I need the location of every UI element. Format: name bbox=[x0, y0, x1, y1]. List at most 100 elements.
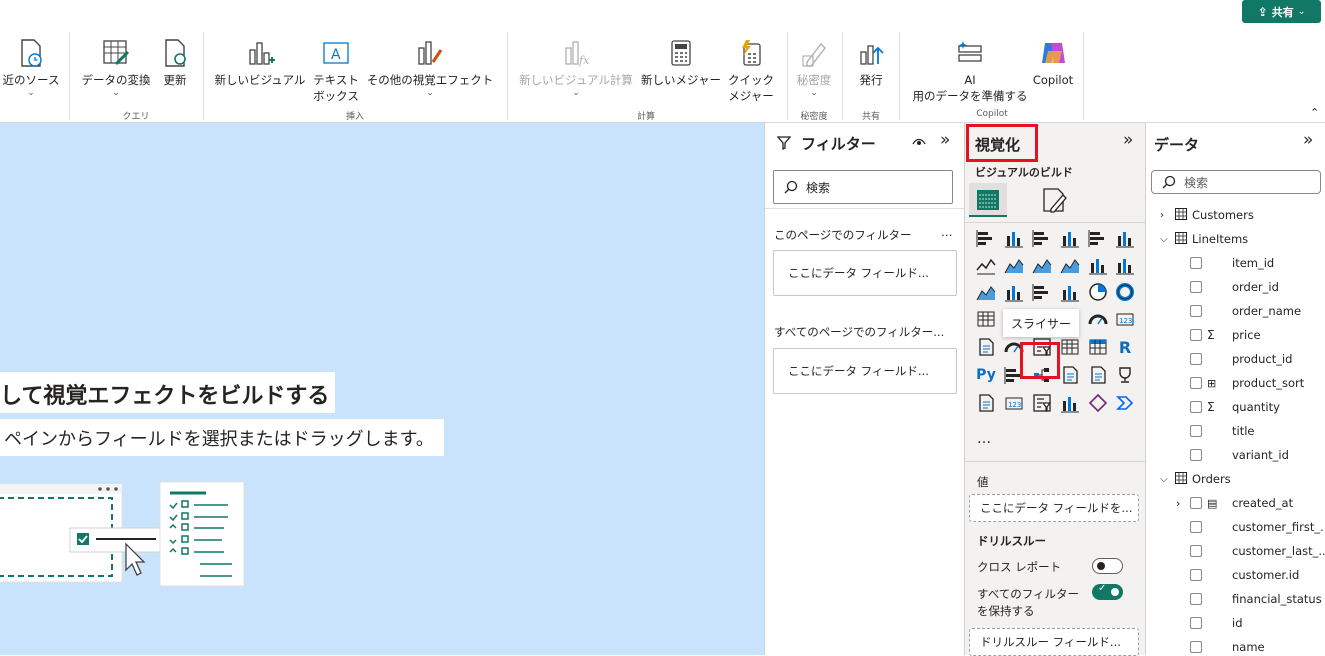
field-checkbox[interactable] bbox=[1190, 353, 1202, 365]
all-pages-drop-zone[interactable]: ここにデータ フィールド... bbox=[773, 348, 957, 394]
gauge-icon[interactable] bbox=[1087, 308, 1109, 330]
power-apps-icon[interactable] bbox=[1059, 392, 1081, 414]
line-and-column-chart-icon[interactable] bbox=[1087, 254, 1109, 276]
new-measure-button[interactable]: 新しいメジャー bbox=[638, 38, 724, 88]
area-chart-icon[interactable] bbox=[1003, 254, 1025, 276]
collapse-data-pane-icon[interactable]: » bbox=[1303, 130, 1313, 150]
field-checkbox[interactable] bbox=[1190, 401, 1202, 413]
field-checkbox[interactable] bbox=[1190, 497, 1202, 509]
field-checkbox[interactable] bbox=[1190, 545, 1202, 557]
data-search-input[interactable]: 検索 bbox=[1151, 170, 1321, 194]
field-product-id[interactable]: product_id bbox=[1190, 350, 1292, 368]
values-drop-zone[interactable]: ここにデータ フィールドを... bbox=[969, 494, 1139, 522]
line-chart-icon[interactable] bbox=[975, 254, 997, 276]
field-order-id[interactable]: order_id bbox=[1190, 278, 1279, 296]
python-visual-icon[interactable]: Py bbox=[975, 364, 997, 386]
format-visual-tab[interactable] bbox=[1039, 185, 1069, 219]
field-order-name[interactable]: order_name bbox=[1190, 302, 1301, 320]
field-checkbox[interactable] bbox=[1190, 521, 1202, 533]
report-canvas[interactable]: して視覚エフェクトをビルドする ペインからフィールドを選択またはドラッグします。 bbox=[0, 123, 764, 655]
prepare-data-for-ai-button[interactable]: AI 用のデータを準備する bbox=[906, 38, 1034, 104]
more-options-icon[interactable]: … bbox=[941, 225, 953, 239]
field-price[interactable]: Σprice bbox=[1190, 326, 1261, 344]
paginated-report-icon[interactable] bbox=[975, 392, 997, 414]
waterfall-chart-icon[interactable] bbox=[1003, 281, 1025, 303]
funnel-chart-icon[interactable] bbox=[1031, 281, 1053, 303]
field-customer-first-[interactable]: customer_first_... bbox=[1190, 518, 1325, 536]
quick-measure-button[interactable]: クイック メジャー bbox=[724, 38, 778, 104]
field-checkbox[interactable] bbox=[1190, 257, 1202, 269]
table-lineitems[interactable]: ⌵ LineItems bbox=[1160, 230, 1248, 248]
line-and-stacked-column-chart-icon[interactable] bbox=[1114, 254, 1136, 276]
button-slicer-icon[interactable] bbox=[1031, 392, 1053, 414]
publish-button[interactable]: 発行 bbox=[850, 38, 892, 88]
field-checkbox[interactable] bbox=[1190, 329, 1202, 341]
field-checkbox[interactable] bbox=[1190, 281, 1202, 293]
qa-visual-icon[interactable] bbox=[1059, 364, 1081, 386]
field-item-id[interactable]: item_id bbox=[1190, 254, 1274, 272]
power-bi-mark-icon[interactable] bbox=[1114, 392, 1136, 414]
table-orders[interactable]: ⌵ Orders bbox=[1160, 470, 1231, 488]
eye-icon[interactable] bbox=[912, 137, 926, 147]
field-id[interactable]: id bbox=[1190, 614, 1243, 632]
field-checkbox[interactable] bbox=[1190, 449, 1202, 461]
multi-row-card-icon[interactable] bbox=[975, 336, 997, 358]
filter-search-input[interactable]: 検索 bbox=[773, 170, 953, 204]
stacked-bar-chart-icon[interactable] bbox=[975, 227, 997, 249]
stacked-area-chart-icon[interactable] bbox=[1031, 254, 1053, 276]
field-checkbox[interactable] bbox=[1190, 641, 1202, 653]
100-stacked-area-chart-icon[interactable] bbox=[1059, 254, 1081, 276]
field-quantity[interactable]: Σquantity bbox=[1190, 398, 1280, 416]
text-box-button[interactable]: A テキスト ボックス bbox=[309, 38, 363, 104]
100-stacked-bar-chart-icon[interactable] bbox=[1087, 227, 1109, 249]
field-customer-last-[interactable]: customer_last_... bbox=[1190, 542, 1325, 560]
field-customer-id[interactable]: customer.id bbox=[1190, 566, 1299, 584]
field-product-sort[interactable]: ⊞ product_sort bbox=[1190, 374, 1304, 392]
table-icon[interactable] bbox=[1059, 336, 1081, 358]
scatter-chart-icon[interactable] bbox=[1059, 281, 1081, 303]
sensitivity-button[interactable]: 秘密度 ⌄ bbox=[791, 38, 837, 98]
refresh-button[interactable]: 更新 bbox=[158, 38, 192, 88]
donut-chart-icon[interactable] bbox=[1114, 281, 1136, 303]
field-title[interactable]: title bbox=[1190, 422, 1254, 440]
100-stacked-column-chart-icon[interactable] bbox=[1114, 227, 1136, 249]
stacked-column-chart-icon[interactable] bbox=[1003, 227, 1025, 249]
recent-sources-button[interactable]: 近のソース ⌄ bbox=[0, 38, 64, 98]
share-button[interactable]: ⇪ 共有 ⌄ bbox=[1242, 0, 1321, 23]
field-checkbox[interactable] bbox=[1190, 569, 1202, 581]
build-visual-tab[interactable] bbox=[969, 183, 1007, 217]
field-financial-status[interactable]: financial_status bbox=[1190, 590, 1322, 608]
field-checkbox[interactable] bbox=[1190, 377, 1202, 389]
trophy-goals-icon[interactable] bbox=[1114, 364, 1136, 386]
card-icon[interactable]: 123 bbox=[1114, 308, 1136, 330]
collapse-ribbon-icon[interactable]: ⌃ bbox=[1310, 106, 1319, 119]
cross-report-toggle[interactable] bbox=[1092, 558, 1123, 574]
field-variant-id[interactable]: variant_id bbox=[1190, 446, 1289, 464]
this-page-drop-zone[interactable]: ここにデータ フィールド... bbox=[773, 250, 957, 296]
matrix-icon[interactable] bbox=[1087, 336, 1109, 358]
drill-through-drop-zone[interactable]: ドリルスルー フィールド... bbox=[969, 628, 1139, 656]
new-card-icon[interactable]: 123 bbox=[1003, 392, 1025, 414]
treemap-icon[interactable] bbox=[975, 308, 997, 330]
power-automate-icon[interactable] bbox=[1087, 392, 1109, 414]
clustered-bar-chart-icon[interactable] bbox=[1031, 227, 1053, 249]
pie-chart-icon[interactable] bbox=[1087, 281, 1109, 303]
field-checkbox[interactable] bbox=[1190, 593, 1202, 605]
keep-filters-toggle[interactable]: ✓ bbox=[1092, 583, 1123, 600]
collapse-viz-pane-icon[interactable]: » bbox=[1123, 130, 1133, 150]
field-checkbox[interactable] bbox=[1190, 425, 1202, 437]
field-name[interactable]: name bbox=[1190, 638, 1265, 656]
more-visuals-icon[interactable]: … bbox=[977, 431, 991, 447]
collapse-filter-pane-icon[interactable]: » bbox=[940, 130, 950, 150]
field-checkbox[interactable] bbox=[1190, 617, 1202, 629]
clustered-column-chart-icon[interactable] bbox=[1059, 227, 1081, 249]
table-customers[interactable]: › Customers bbox=[1160, 206, 1254, 224]
smart-narrative-icon[interactable] bbox=[1087, 364, 1109, 386]
ribbon-chart-icon[interactable] bbox=[975, 281, 997, 303]
new-visual-calc-button[interactable]: fx 新しいビジュアル計算 ⌄ bbox=[513, 38, 639, 98]
r-script-visual-icon[interactable]: R bbox=[1114, 336, 1136, 358]
more-visuals-button[interactable]: その他の視覚エフェクト ⌄ bbox=[362, 38, 498, 98]
copilot-button[interactable]: Copilot bbox=[1030, 38, 1076, 88]
field-checkbox[interactable] bbox=[1190, 305, 1202, 317]
transform-data-button[interactable]: データの変換 ⌄ bbox=[78, 38, 154, 98]
